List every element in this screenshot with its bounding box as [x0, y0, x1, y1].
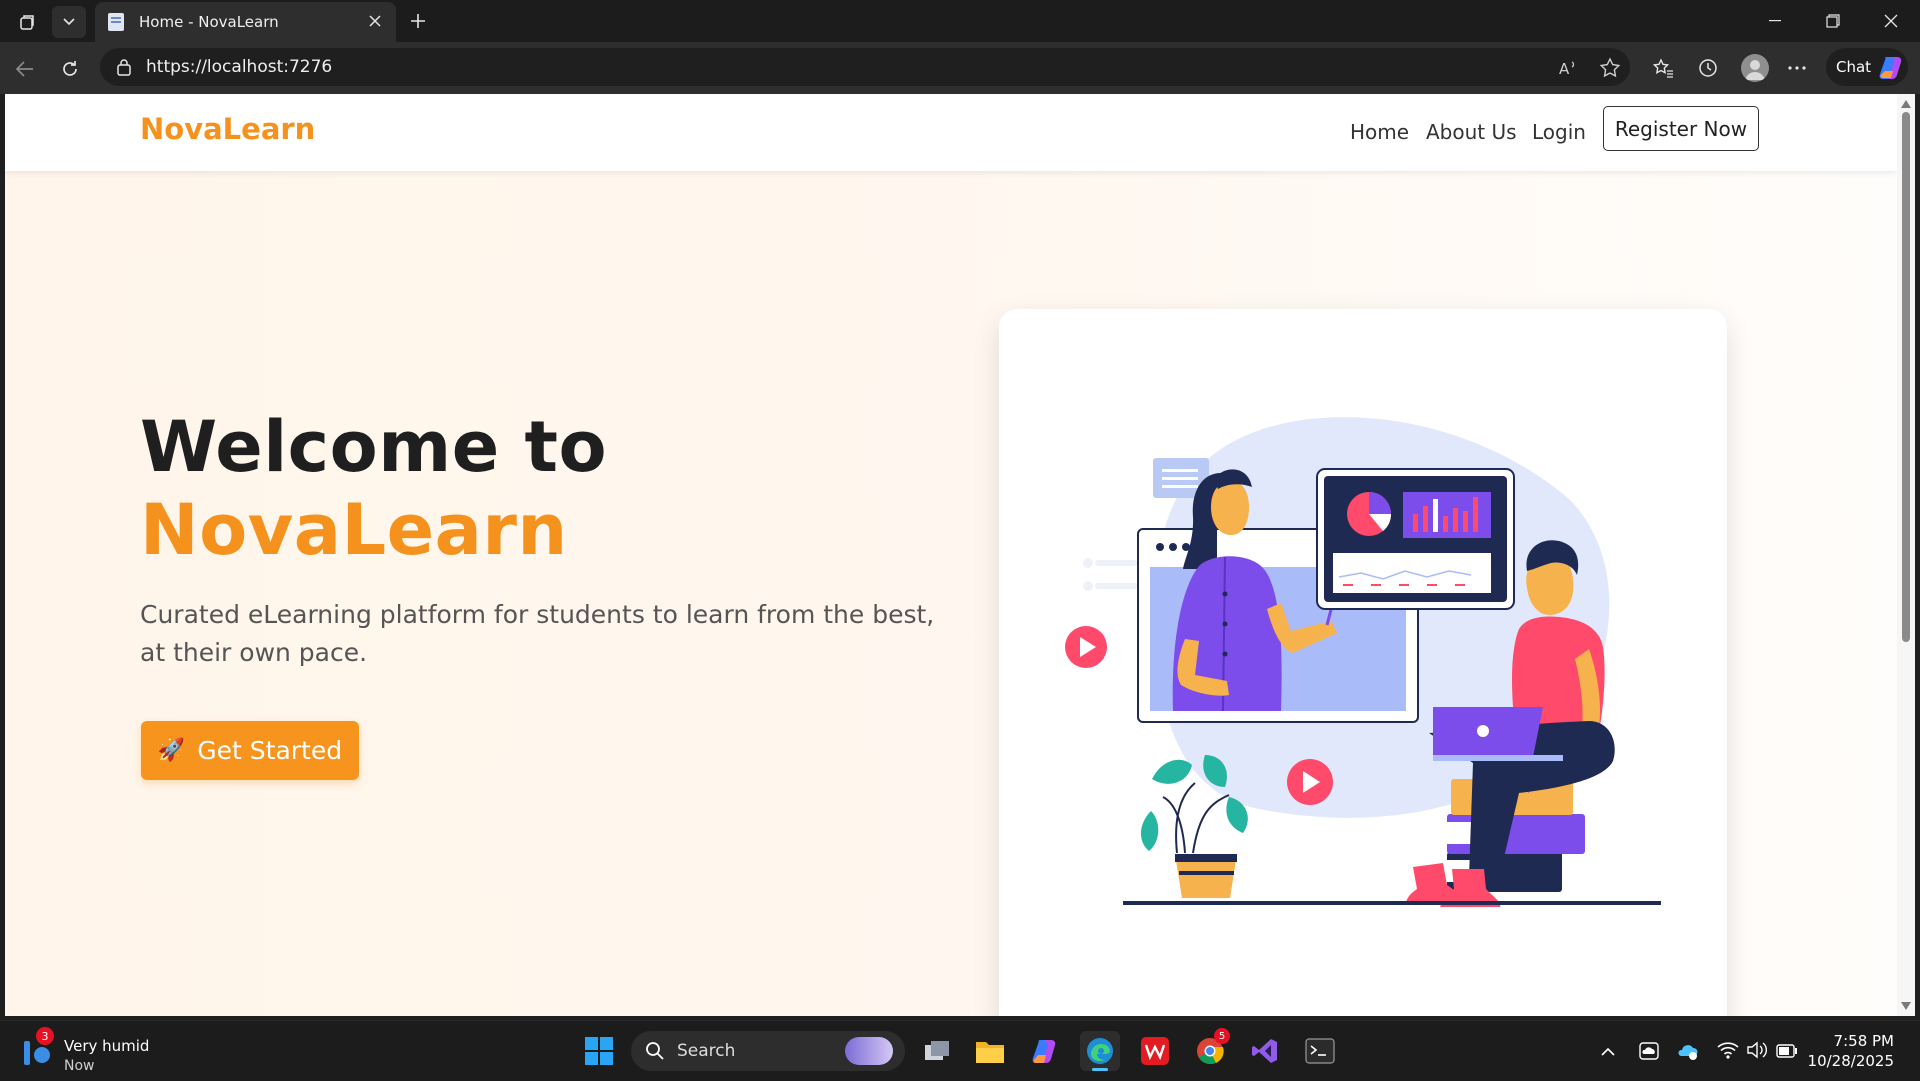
- chrome-icon[interactable]: 5: [1190, 1028, 1230, 1071]
- hero-subtitle: Curated eLearning platform for students …: [140, 600, 935, 667]
- browser-toolbar: https://localhost:7276 A Chat: [0, 42, 1920, 94]
- task-view-icon[interactable]: [917, 1031, 957, 1071]
- more-options-icon[interactable]: [1786, 57, 1808, 79]
- weather-title: Very humid: [64, 1037, 150, 1055]
- browser-tab-bar: Home - NovaLearn: [0, 0, 1920, 42]
- page-favicon-icon: [108, 13, 124, 31]
- tab-actions-chevron-icon[interactable]: [52, 6, 86, 38]
- page-viewport: NovaLearn Home About Us Login Register N…: [5, 94, 1897, 1016]
- dashboard-board: [1316, 468, 1515, 610]
- system-clock[interactable]: 7:58 PM 10/28/2025: [1808, 1031, 1894, 1071]
- weather-sub: Now: [64, 1058, 95, 1074]
- brand-logo[interactable]: NovaLearn: [140, 112, 315, 146]
- minimize-icon[interactable]: [1752, 8, 1798, 34]
- url-text[interactable]: https://localhost:7276: [146, 57, 332, 77]
- refresh-icon[interactable]: [55, 54, 85, 84]
- register-now-button[interactable]: Register Now: [1603, 106, 1759, 151]
- rocket-icon: 🚀: [157, 738, 186, 763]
- favorite-star-icon[interactable]: [1599, 57, 1621, 79]
- terminal-icon[interactable]: [1300, 1031, 1340, 1071]
- address-bar[interactable]: https://localhost:7276: [100, 48, 1630, 86]
- history-icon[interactable]: [1697, 57, 1719, 79]
- hero-illustration-card: [999, 309, 1727, 1016]
- scroll-down-arrow-icon[interactable]: [1901, 1002, 1911, 1010]
- hero-section: Welcome to NovaLearn Curated eLearning p…: [5, 171, 1897, 1016]
- wifi-icon[interactable]: [1717, 1041, 1739, 1059]
- get-started-label: Get Started: [197, 736, 343, 765]
- get-started-button[interactable]: 🚀 Get Started: [141, 721, 359, 780]
- onedrive-icon[interactable]: [1638, 1041, 1660, 1061]
- back-icon[interactable]: [10, 54, 40, 84]
- play-icon-2: [1287, 759, 1333, 805]
- hero-title-line2: NovaLearn: [140, 489, 568, 571]
- scroll-up-arrow-icon[interactable]: [1901, 100, 1911, 108]
- favorites-icon[interactable]: [1652, 57, 1674, 79]
- battery-icon[interactable]: [1776, 1044, 1798, 1058]
- weather-badge: 3: [36, 1027, 54, 1045]
- profile-avatar[interactable]: [1741, 54, 1769, 82]
- lock-icon[interactable]: [116, 58, 132, 76]
- start-windows-icon[interactable]: [579, 1031, 619, 1071]
- site-header: NovaLearn Home About Us Login Register N…: [5, 94, 1897, 171]
- tab-home-novalearn[interactable]: Home - NovaLearn: [95, 2, 396, 42]
- file-explorer-icon[interactable]: [970, 1031, 1010, 1071]
- wps-office-icon[interactable]: [1135, 1031, 1175, 1071]
- nav-home[interactable]: Home: [1350, 120, 1409, 144]
- scrollbar-thumb[interactable]: [1902, 112, 1910, 642]
- page-scrollbar[interactable]: [1897, 94, 1915, 1016]
- volume-icon[interactable]: [1746, 1041, 1768, 1059]
- read-aloud-icon[interactable]: A: [1558, 57, 1580, 79]
- hero-title-line1: Welcome to: [140, 406, 608, 488]
- active-app-indicator: [1092, 1068, 1108, 1071]
- play-icon: [1065, 626, 1107, 668]
- windows-taskbar: 3 Very humid Now Search 5 7:58 PM 10/28/…: [0, 1020, 1920, 1081]
- decor-lines: [1083, 558, 1137, 591]
- nav-login[interactable]: Login: [1532, 120, 1586, 144]
- floor-line: [1123, 901, 1661, 905]
- workspaces-icon[interactable]: [14, 10, 42, 34]
- show-hidden-icons-chevron-icon[interactable]: [1600, 1045, 1616, 1059]
- new-tab-icon[interactable]: [404, 8, 432, 34]
- close-window-icon[interactable]: [1868, 8, 1914, 34]
- visual-studio-icon[interactable]: [1245, 1031, 1285, 1071]
- weather-widget[interactable]: 3 Very humid Now: [18, 1025, 178, 1077]
- clock-time: 7:58 PM: [1833, 1032, 1894, 1050]
- tab-title: Home - NovaLearn: [139, 13, 279, 31]
- chrome-badge: 5: [1214, 1028, 1230, 1044]
- copilot-chat-button[interactable]: Chat: [1826, 48, 1908, 86]
- weather-text: Very humid Now: [64, 1036, 149, 1076]
- chat-label: Chat: [1836, 58, 1872, 76]
- restore-icon[interactable]: [1810, 8, 1856, 34]
- clock-date: 10/28/2025: [1807, 1052, 1894, 1070]
- copilot-icon: [1879, 57, 1902, 79]
- svg-text:A: A: [1559, 60, 1570, 78]
- nav-about-us[interactable]: About Us: [1426, 120, 1517, 144]
- close-tab-icon[interactable]: [366, 12, 384, 30]
- edge-browser-icon[interactable]: [1080, 1031, 1120, 1071]
- copilot-app-icon[interactable]: [1025, 1031, 1065, 1071]
- cloud-sync-icon[interactable]: [1676, 1041, 1700, 1061]
- search-highlight-image: [845, 1037, 893, 1065]
- taskbar-search-input[interactable]: Search: [631, 1031, 905, 1071]
- search-icon: [646, 1042, 664, 1060]
- elearning-illustration: [1065, 417, 1661, 907]
- search-placeholder: Search: [677, 1041, 736, 1061]
